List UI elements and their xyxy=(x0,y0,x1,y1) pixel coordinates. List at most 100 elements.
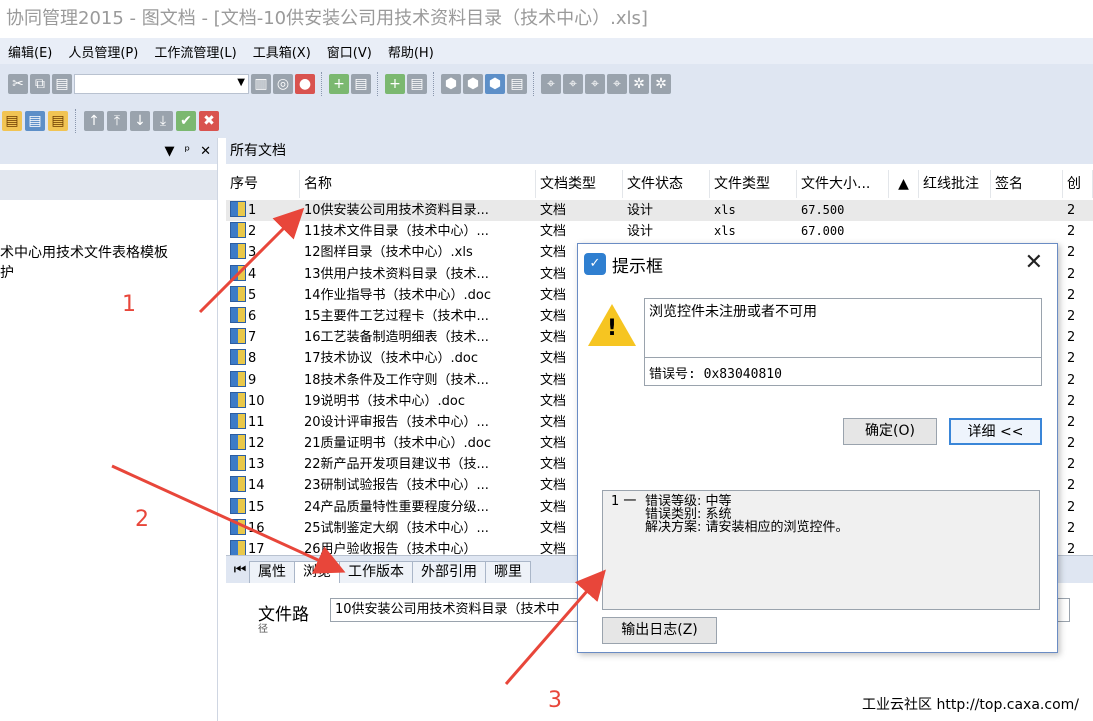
preview-icon[interactable]: ◎ xyxy=(273,74,293,94)
gear2-icon[interactable]: ✲ xyxy=(651,74,671,94)
tab-properties[interactable]: 属性 xyxy=(249,561,295,583)
menu-window[interactable]: 窗口(V) xyxy=(319,42,380,61)
move-up-icon[interactable]: ↑ xyxy=(84,111,104,131)
document-icon xyxy=(230,201,246,217)
dialog-title: 提示框 xyxy=(612,256,663,277)
folder-up-icon[interactable]: ▤ xyxy=(48,111,68,131)
cell-extra: 2 xyxy=(1067,499,1076,515)
table-header: 序号 名称 文档类型 文件状态 文件类型 文件大小... ▲ 红线批注 签名 创 xyxy=(226,170,1093,198)
toolbar-combo[interactable] xyxy=(74,74,249,94)
flow3-icon[interactable]: ▤ xyxy=(507,74,527,94)
gear1-icon[interactable]: ✲ xyxy=(629,74,649,94)
cell-name: 12图样目录（技术中心）.xls xyxy=(304,245,473,261)
move-top-icon[interactable]: ⤒ xyxy=(107,111,127,131)
document-icon xyxy=(230,349,246,366)
cell-seq: 2 xyxy=(226,221,300,242)
menu-workflow[interactable]: 工作流管理(L) xyxy=(146,42,244,61)
close-icon[interactable]: ✕ xyxy=(200,144,211,159)
col-header-status[interactable]: 文件状态 xyxy=(623,170,710,198)
pane-dropdown-icon[interactable]: ▼ xyxy=(165,144,175,159)
table-row[interactable]: 2 11技术文件目录（技术中心）... 文档 设计 xls 67.000 2 xyxy=(226,221,1093,242)
toolbar-separator xyxy=(321,72,323,96)
tree-item[interactable]: 护 xyxy=(0,262,14,282)
pin-icon[interactable]: ᵖ xyxy=(185,144,191,159)
dialog-titlebar: ✓ 提示框 xyxy=(578,244,1057,284)
document-icon xyxy=(230,518,246,535)
add-doc-icon[interactable]: + xyxy=(329,74,349,94)
tool1-icon[interactable]: ⌖ xyxy=(541,74,561,94)
cell-extra: 2 xyxy=(1067,436,1076,452)
export-icon[interactable]: ▤ xyxy=(2,111,22,131)
tab-external-ref[interactable]: 外部引用 xyxy=(412,561,486,583)
col-header-seq[interactable]: 序号 xyxy=(226,170,300,198)
tab-scroll-left-icon[interactable]: ⏮ xyxy=(230,557,250,583)
error-message: 浏览控件未注册或者不可用 xyxy=(649,304,817,320)
doc-grey-icon[interactable]: ▤ xyxy=(351,74,371,94)
tool3-icon[interactable]: ⌖ xyxy=(585,74,605,94)
cell-seq-text: 13 xyxy=(248,457,265,473)
col-header-name[interactable]: 名称 xyxy=(300,170,536,198)
log-box[interactable]: 1 一 错误等级: 中等 错误类别: 系统 解决方案: 请安装相应的浏览控件。 xyxy=(602,490,1040,610)
table-row[interactable]: 1 10供安装公司用技术资料目录... 文档 设计 xls 67.500 2 xyxy=(226,200,1093,222)
tree-item[interactable]: 术中心用技术文件表格模板 xyxy=(0,242,168,262)
ok-button[interactable]: 确定(O) xyxy=(843,418,937,445)
cell-seq-text: 8 xyxy=(248,351,257,367)
uncheck-all-icon[interactable]: ✖ xyxy=(199,111,219,131)
menu-toolbox[interactable]: 工具箱(X) xyxy=(245,42,319,61)
item-grey-icon[interactable]: ▤ xyxy=(407,74,427,94)
details-button[interactable]: 详细 << xyxy=(949,418,1042,445)
tab-work-version[interactable]: 工作版本 xyxy=(339,561,413,583)
col-header-filesize[interactable]: 文件大小... xyxy=(797,170,889,198)
toolbar-separator xyxy=(377,72,379,96)
on-icon[interactable]: ● xyxy=(295,74,315,94)
cell-extra: 2 xyxy=(1067,245,1076,261)
tab-where[interactable]: 哪里 xyxy=(485,561,531,583)
close-icon[interactable]: ✕ xyxy=(1025,250,1043,275)
cell-name: 24产品质量特性重要程度分级... xyxy=(304,499,489,515)
cell-extra: 2 xyxy=(1067,478,1076,494)
cell-seq-text: 14 xyxy=(248,478,265,494)
cell-status: 设计 xyxy=(627,203,654,218)
col-header-filetype[interactable]: 文件类型 xyxy=(710,170,797,198)
cell-name: 15主要件工艺过程卡（技术中... xyxy=(304,308,489,324)
cell-seq-text: 7 xyxy=(248,330,257,346)
flow-add-icon[interactable]: ⬢ xyxy=(485,74,505,94)
cell-seq: 16 xyxy=(226,518,300,539)
tab-browse[interactable]: 浏览 xyxy=(294,561,340,583)
toolbar-separator xyxy=(75,109,77,133)
cell-name: 13供用户技术资料目录（技术... xyxy=(304,266,489,282)
paste-icon[interactable]: ▤ xyxy=(52,74,72,94)
flow2-icon[interactable]: ⬢ xyxy=(463,74,483,94)
document-icon xyxy=(230,243,246,260)
cell-seq: 4 xyxy=(226,264,300,285)
import-icon[interactable]: ▤ xyxy=(25,111,45,131)
export-log-button[interactable]: 输出日志(Z) xyxy=(602,617,717,644)
menu-help[interactable]: 帮助(H) xyxy=(380,42,442,61)
cell-extra: 2 xyxy=(1067,351,1076,367)
move-bottom-icon[interactable]: ⤓ xyxy=(153,111,173,131)
doc-icon[interactable]: ▥ xyxy=(251,74,271,94)
watermark: 工业云社区 http://top.caxa.com/ xyxy=(862,697,1079,713)
warning-mark-icon: ! xyxy=(607,316,618,341)
cell-size: 67.000 xyxy=(801,224,845,239)
menu-edit[interactable]: 编辑(E) xyxy=(0,42,60,61)
col-header-signature[interactable]: 签名 xyxy=(991,170,1063,198)
cell-extra: 2 xyxy=(1067,266,1076,282)
menu-personnel[interactable]: 人员管理(P) xyxy=(60,42,146,61)
new-item-icon[interactable]: + xyxy=(385,74,405,94)
cell-extra: 2 xyxy=(1067,308,1076,324)
cell-name: 14作业指导书（技术中心）.doc xyxy=(304,287,492,303)
check-all-icon[interactable]: ✔ xyxy=(176,111,196,131)
move-down-icon[interactable]: ↓ xyxy=(130,111,150,131)
cut-icon[interactable]: ✂ xyxy=(8,74,28,94)
cell-ftype: xls xyxy=(714,224,736,239)
cell-name: 26用户验收报告（技术中心） xyxy=(304,542,477,555)
tool2-icon[interactable]: ⌖ xyxy=(563,74,583,94)
flow-icon[interactable]: ⬢ xyxy=(441,74,461,94)
copy-icon[interactable]: ⧉ xyxy=(30,74,50,94)
col-header-redline[interactable]: 红线批注 xyxy=(919,170,991,198)
col-header-created[interactable]: 创 xyxy=(1063,170,1093,198)
tool4-icon[interactable]: ⌖ xyxy=(607,74,627,94)
document-icon xyxy=(230,412,246,429)
col-header-doctype[interactable]: 文档类型 xyxy=(536,170,623,198)
